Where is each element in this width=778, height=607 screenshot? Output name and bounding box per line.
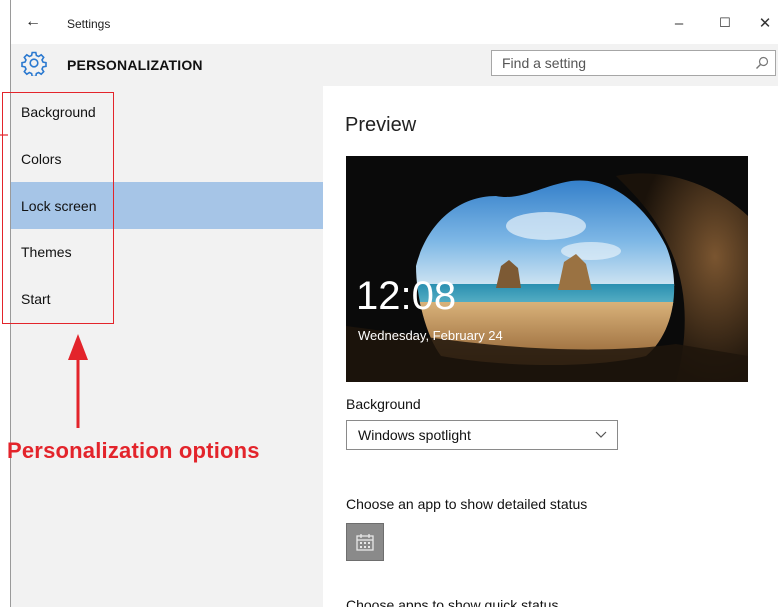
- sidebar-item-themes[interactable]: Themes: [11, 228, 323, 275]
- page-header: PERSONALIZATION: [11, 44, 778, 86]
- detailed-status-label: Choose an app to show detailed status: [346, 496, 588, 512]
- preview-date: Wednesday, February 24: [358, 328, 503, 343]
- background-label: Background: [346, 396, 421, 412]
- close-button[interactable]: ✕: [747, 10, 778, 36]
- preview-heading: Preview: [345, 114, 417, 136]
- back-button[interactable]: ←: [19, 10, 47, 34]
- minimize-button[interactable]: –: [661, 10, 697, 36]
- main-content: Preview 12:08 Wednesday, February 24 Bac…: [323, 86, 778, 607]
- calendar-icon: [356, 534, 374, 551]
- background-dropdown[interactable]: Windows spotlight: [346, 420, 618, 450]
- search-icon[interactable]: [755, 56, 769, 70]
- sidebar-item-background[interactable]: Background: [11, 88, 323, 135]
- sidebar: Background Colors Lock screen Themes Sta…: [11, 86, 323, 607]
- lock-screen-preview: 12:08 Wednesday, February 24: [346, 156, 748, 382]
- search-input[interactable]: [502, 55, 742, 71]
- quick-status-label: Choose apps to show quick status: [346, 597, 559, 607]
- minimize-icon: –: [674, 14, 684, 32]
- close-icon: ✕: [758, 15, 772, 32]
- settings-window: ← Settings – ☐ ✕ PERSONALIZATION Find a …: [10, 0, 778, 607]
- search-box[interactable]: [491, 50, 776, 76]
- app-title: Settings: [67, 17, 111, 31]
- dropdown-selected-value: Windows spotlight: [358, 427, 471, 443]
- page-title: PERSONALIZATION: [67, 57, 203, 73]
- chevron-down-icon: [595, 431, 607, 438]
- maximize-icon: ☐: [719, 15, 731, 30]
- annotation-label: Personalization options: [7, 438, 260, 463]
- detailed-status-app-button[interactable]: [346, 523, 384, 561]
- sidebar-item-label: Lock screen: [21, 197, 97, 214]
- preview-time: 12:08: [356, 274, 457, 318]
- sidebar-item-label: Start: [21, 290, 51, 307]
- cave-beach-image: [346, 156, 748, 382]
- sidebar-item-label: Themes: [21, 243, 72, 260]
- maximize-button[interactable]: ☐: [707, 10, 743, 36]
- sidebar-item-lock-screen[interactable]: Lock screen: [11, 182, 323, 229]
- sidebar-item-colors[interactable]: Colors: [11, 135, 323, 182]
- gear-icon: [21, 51, 47, 76]
- title-bar: ← Settings – ☐ ✕: [11, 0, 778, 44]
- sidebar-item-label: Background: [21, 103, 96, 120]
- back-arrow-icon: ←: [25, 13, 41, 30]
- sidebar-item-label: Colors: [21, 150, 62, 167]
- sidebar-item-start[interactable]: Start: [11, 275, 323, 322]
